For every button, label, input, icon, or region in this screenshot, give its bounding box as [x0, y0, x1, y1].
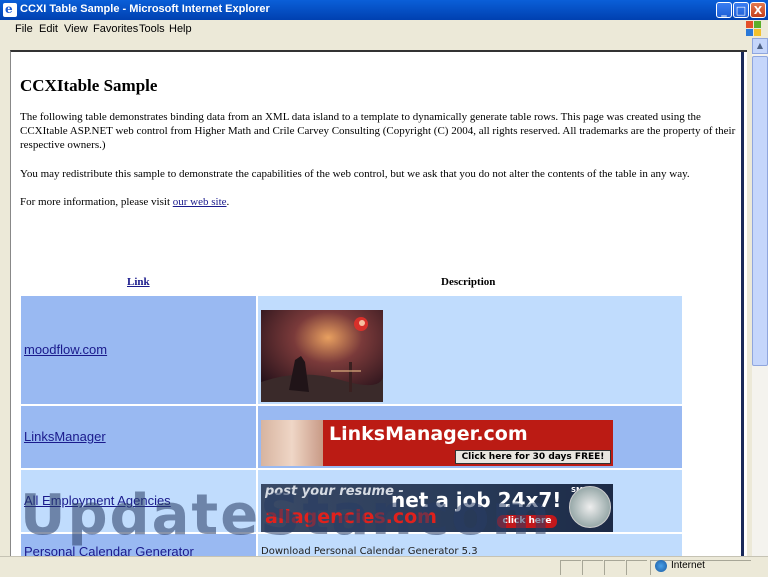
table-row-description-cell	[257, 295, 683, 405]
banner-title: LinksManager.com	[329, 423, 528, 445]
column-header-description: Description	[441, 276, 496, 288]
status-zone-text: Internet	[671, 560, 705, 571]
windows-logo-icon	[746, 21, 762, 37]
vertical-scrollbar[interactable]: ▲	[752, 38, 768, 556]
menu-tools[interactable]: Tools	[139, 23, 165, 35]
menu-favorites[interactable]: Favorites	[93, 23, 138, 35]
close-button[interactable]: X	[750, 2, 766, 18]
table-row-link-cell: LinksManager	[20, 405, 257, 469]
column-header-link[interactable]: Link	[127, 276, 150, 288]
browser-frame: CCXItable Sample The following table dem…	[0, 38, 768, 558]
more-info-suffix: .	[226, 196, 230, 208]
banner-cta: Click here for 30 days FREE!	[455, 450, 611, 464]
scroll-thumb[interactable]	[752, 56, 768, 366]
our-web-site-link[interactable]: our web site	[173, 196, 227, 208]
menu-bar: File Edit View Favorites Tools Help	[0, 20, 768, 39]
status-segment	[582, 560, 603, 575]
redistribute-paragraph: You may redistribute this sample to demo…	[20, 168, 690, 180]
window-title: CCXI Table Sample - Microsoft Internet E…	[20, 3, 270, 15]
minimize-button[interactable]: _	[716, 2, 732, 18]
status-segment	[560, 560, 581, 575]
status-segment	[626, 560, 647, 575]
menu-view[interactable]: View	[64, 23, 88, 35]
row-link-moodflow[interactable]: moodflow.com	[24, 342, 107, 357]
scroll-up-arrow-icon[interactable]: ▲	[752, 38, 768, 54]
menu-help[interactable]: Help	[169, 23, 192, 35]
intro-paragraph: The following table demonstrates binding…	[20, 111, 736, 151]
internet-globe-icon	[655, 560, 667, 572]
banner-face-image	[261, 420, 323, 466]
more-info-prefix: For more information, please visit	[20, 196, 173, 208]
more-info-paragraph: For more information, please visit our w…	[20, 195, 740, 209]
watermark: UpdateStar.com	[20, 483, 552, 548]
status-bar: Internet	[0, 556, 768, 577]
document-area: CCXItable Sample The following table dem…	[10, 50, 747, 558]
linksmanager-banner[interactable]: LinksManager.com Click here for 30 days …	[261, 420, 613, 466]
table-row-link-cell: moodflow.com	[20, 295, 257, 405]
table-row-description-cell: LinksManager.com Click here for 30 days …	[257, 405, 683, 469]
status-segment	[604, 560, 625, 575]
row-link-linksmanager[interactable]: LinksManager	[24, 429, 106, 444]
maximize-button[interactable]: □	[733, 2, 749, 18]
menu-file[interactable]: File	[15, 23, 33, 35]
document-border	[741, 52, 744, 556]
moodflow-image[interactable]	[261, 310, 383, 402]
title-bar: e CCXI Table Sample - Microsoft Internet…	[0, 0, 768, 20]
ie-icon: e	[3, 2, 17, 17]
menu-edit[interactable]: Edit	[39, 23, 58, 35]
page-title: CCXItable Sample	[20, 76, 158, 95]
clock-icon	[569, 486, 611, 528]
